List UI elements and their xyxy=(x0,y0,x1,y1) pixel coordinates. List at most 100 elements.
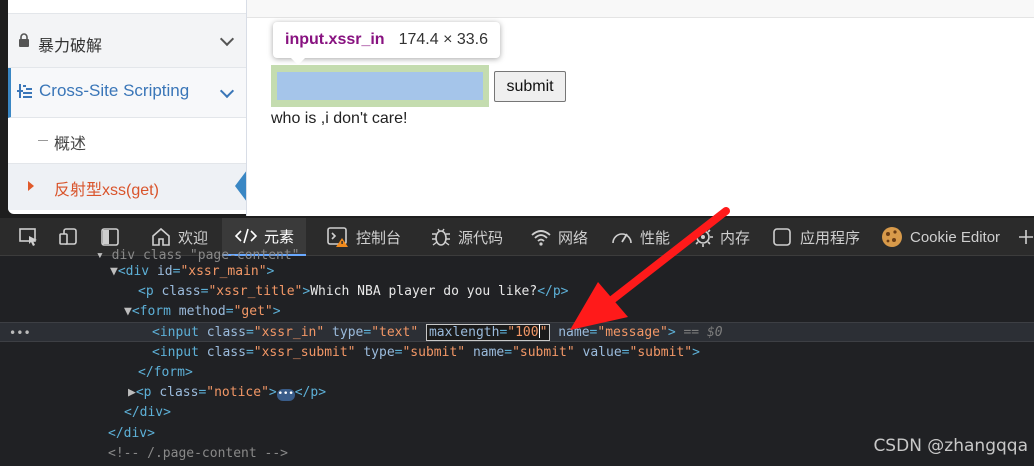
tooltip-tail xyxy=(291,58,305,65)
attr-value: "xssr_submit" xyxy=(253,345,356,360)
dom-node-form-close[interactable]: </form> xyxy=(0,363,1034,383)
gauge-icon xyxy=(612,233,632,244)
collapsed-content-badge[interactable]: ••• xyxy=(276,389,295,401)
code-icon xyxy=(234,228,258,244)
sidebar: 暴力破解 Cross-Site Scripting 概述 反射型xss(get) xyxy=(8,0,246,214)
attr-name: class xyxy=(161,284,201,299)
attr-value: "notice" xyxy=(206,385,269,400)
attr-value: "message" xyxy=(597,325,668,340)
panel-icon xyxy=(101,228,119,246)
attr-value: "submit" xyxy=(512,345,575,360)
attr-name: id xyxy=(156,264,173,279)
active-indicator xyxy=(235,170,246,202)
tag-name: p xyxy=(552,284,561,299)
tag-name: div xyxy=(139,405,164,420)
attr-value: "xssr_title" xyxy=(208,284,303,299)
sidebar-subitem-overview[interactable]: 概述 xyxy=(8,118,246,164)
tag-name: input xyxy=(159,325,199,340)
tag-name: form xyxy=(153,365,185,380)
attr-value: "submit" xyxy=(629,345,693,360)
tab-label: 网络 xyxy=(558,229,589,247)
main-content: input.xssr_in 174.4 × 33.6 submit who is… xyxy=(246,0,1034,216)
tree-dash xyxy=(38,140,48,141)
sidebar-item-xss[interactable]: Cross-Site Scripting xyxy=(8,68,246,118)
tab-label: 源代码 xyxy=(458,229,504,247)
tag-name: div xyxy=(125,264,150,279)
lock-icon xyxy=(19,33,29,47)
chevron-down-icon xyxy=(219,31,235,46)
dom-partial-text: div class "page-content" xyxy=(111,248,300,263)
sidebar-item-brute-force[interactable]: 暴力破解 xyxy=(8,14,246,68)
wifi-icon xyxy=(531,230,551,246)
tree-icon xyxy=(17,84,32,98)
dom-node-p-notice[interactable]: ▶<p class="notice">•••</p> xyxy=(0,383,1034,403)
attr-name: maxlength xyxy=(428,325,500,340)
tab-label: 控制台 xyxy=(356,229,402,247)
tab-label: 欢迎 xyxy=(178,229,209,247)
gear-icon xyxy=(693,227,713,247)
tab-label: 性能 xyxy=(640,229,671,247)
attr-value: "100 xyxy=(507,325,539,340)
tag-name: input xyxy=(159,345,199,360)
message-input[interactable] xyxy=(277,72,483,100)
caret-right-icon xyxy=(28,181,34,191)
attr-value: "get" xyxy=(233,304,273,319)
web-page: 暴力破解 Cross-Site Scripting 概述 反射型xss(get) xyxy=(0,0,1034,218)
tooltip-selector: input.xssr_in xyxy=(285,31,385,48)
dom-node-p-title[interactable]: <p class="xssr_title">Which NBA player d… xyxy=(0,282,1034,302)
comment-text: <!-- /.page-content --> xyxy=(108,446,289,461)
tag-name: p xyxy=(145,284,154,299)
selected-node-marker: == $0 xyxy=(683,325,723,340)
attr-name: type xyxy=(363,345,395,360)
app-icon xyxy=(773,228,791,246)
devtools-panel: 欢迎 元素 控制台 源代码 网络 性能 内存 应用程序 Cookie Edito… xyxy=(0,218,1034,466)
watermark: CSDN @zhangqqa xyxy=(873,436,1028,456)
dom-node-input-xssr-in[interactable]: ••• <input class="xssr_in" type="text" ma… xyxy=(0,322,1034,342)
notice-text: who is ,i don't care! xyxy=(271,110,408,127)
maxlength-attr-editor[interactable]: maxlength="100" xyxy=(425,324,551,341)
dom-node-input-xssr-submit[interactable]: <input class="xssr_submit" type="submit"… xyxy=(0,343,1034,363)
tab-label: 内存 xyxy=(720,229,751,247)
attr-name: type xyxy=(332,325,364,340)
tag-name: p xyxy=(310,385,319,400)
sidebar-subitem-reflected-xss-get[interactable]: 反射型xss(get) xyxy=(8,164,246,210)
sidebar-item-label: 暴力破解 xyxy=(38,38,103,55)
tag-name: div xyxy=(123,426,148,441)
home-icon xyxy=(152,227,170,246)
dom-tree: ▾ div class "page-content" ▼<div id="xss… xyxy=(0,248,1034,466)
attr-value: "xssr_in" xyxy=(253,325,325,340)
attr-name: method xyxy=(178,304,226,319)
tooltip-dimensions: 174.4 × 33.6 xyxy=(398,31,488,48)
attr-name: class xyxy=(206,325,246,340)
submit-button[interactable]: submit xyxy=(494,71,566,102)
attr-name: name xyxy=(558,325,590,340)
tab-label: Cookie Editor xyxy=(910,228,1001,246)
attr-value: "xssr_main" xyxy=(180,264,267,279)
devtools-inspect-tooltip: input.xssr_in 174.4 × 33.6 xyxy=(273,22,500,65)
tag-name: form xyxy=(139,304,171,319)
device-emulation-button[interactable] xyxy=(58,218,80,256)
dom-node-form[interactable]: ▼<form method="get"> xyxy=(0,302,1034,322)
tag-name: p xyxy=(143,385,152,400)
dom-node-div-close[interactable]: </div> xyxy=(0,403,1034,423)
device-icon xyxy=(59,228,77,245)
chevron-down-icon xyxy=(219,83,235,98)
attr-name: class xyxy=(159,385,199,400)
more-actions-icon[interactable]: ••• xyxy=(9,323,31,343)
tab-label: 应用程序 xyxy=(800,229,861,247)
sidebar-item-label: 反射型xss(get) xyxy=(54,182,159,199)
sidebar-item-label: Cross-Site Scripting xyxy=(39,81,190,100)
inspect-element-button[interactable] xyxy=(18,218,40,256)
plus-icon xyxy=(1019,230,1033,244)
breadcrumb-bar xyxy=(247,0,1034,18)
attr-value: "text" xyxy=(371,325,419,340)
console-icon xyxy=(327,227,348,247)
attr-name: class xyxy=(206,345,246,360)
tab-label: 元素 xyxy=(264,228,295,246)
bug-icon xyxy=(432,228,450,246)
attr-value: "submit" xyxy=(402,345,466,360)
sidebar-item-label: 概述 xyxy=(54,136,87,153)
dom-node-div-xssr-main[interactable]: ▼<div id="xssr_main"> xyxy=(0,262,1034,282)
sidebar-top-edge xyxy=(8,0,246,14)
attr-name: name xyxy=(472,345,505,360)
